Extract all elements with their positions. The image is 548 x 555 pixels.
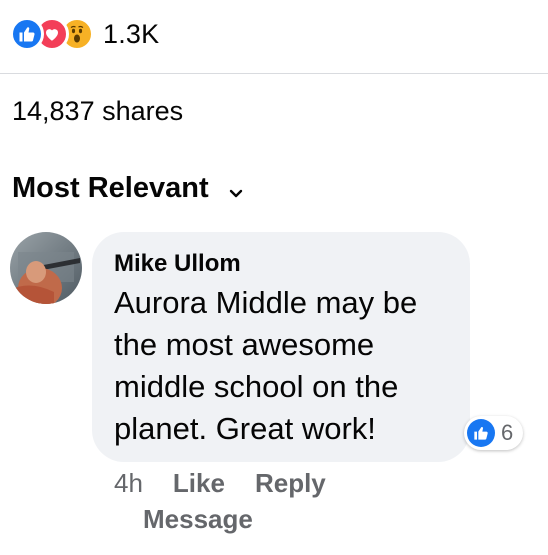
reactions-summary[interactable]: 1.3K: [10, 14, 159, 54]
comments-panel: 1.3K 14,837 shares Most Relevant Mike Ul…: [0, 0, 548, 555]
comment-reactions-badge[interactable]: 6: [464, 416, 524, 450]
avatar[interactable]: [10, 232, 82, 304]
comment-bubble: Mike Ullom Aurora Middle may be the most…: [92, 232, 470, 462]
chevron-down-icon: [229, 174, 243, 207]
reply-button[interactable]: Reply: [255, 468, 326, 499]
shares-count[interactable]: 14,837 shares: [12, 96, 183, 127]
comment-text: Aurora Middle may be the most awesome mi…: [114, 285, 418, 446]
reaction-icons: [10, 17, 94, 51]
message-button[interactable]: Message: [143, 504, 253, 535]
like-icon: [10, 17, 44, 51]
comment-actions: 4h Like Reply: [114, 468, 356, 499]
like-icon: [467, 419, 495, 447]
comment-like-count: 6: [501, 420, 514, 445]
comment-author[interactable]: Mike Ullom: [114, 250, 450, 278]
divider: [0, 73, 548, 74]
comment-timestamp[interactable]: 4h: [114, 468, 143, 499]
sort-label: Most Relevant: [12, 172, 209, 204]
reaction-count: 1.3K: [103, 18, 160, 49]
sort-dropdown[interactable]: Most Relevant: [12, 170, 243, 207]
like-button[interactable]: Like: [173, 468, 225, 499]
